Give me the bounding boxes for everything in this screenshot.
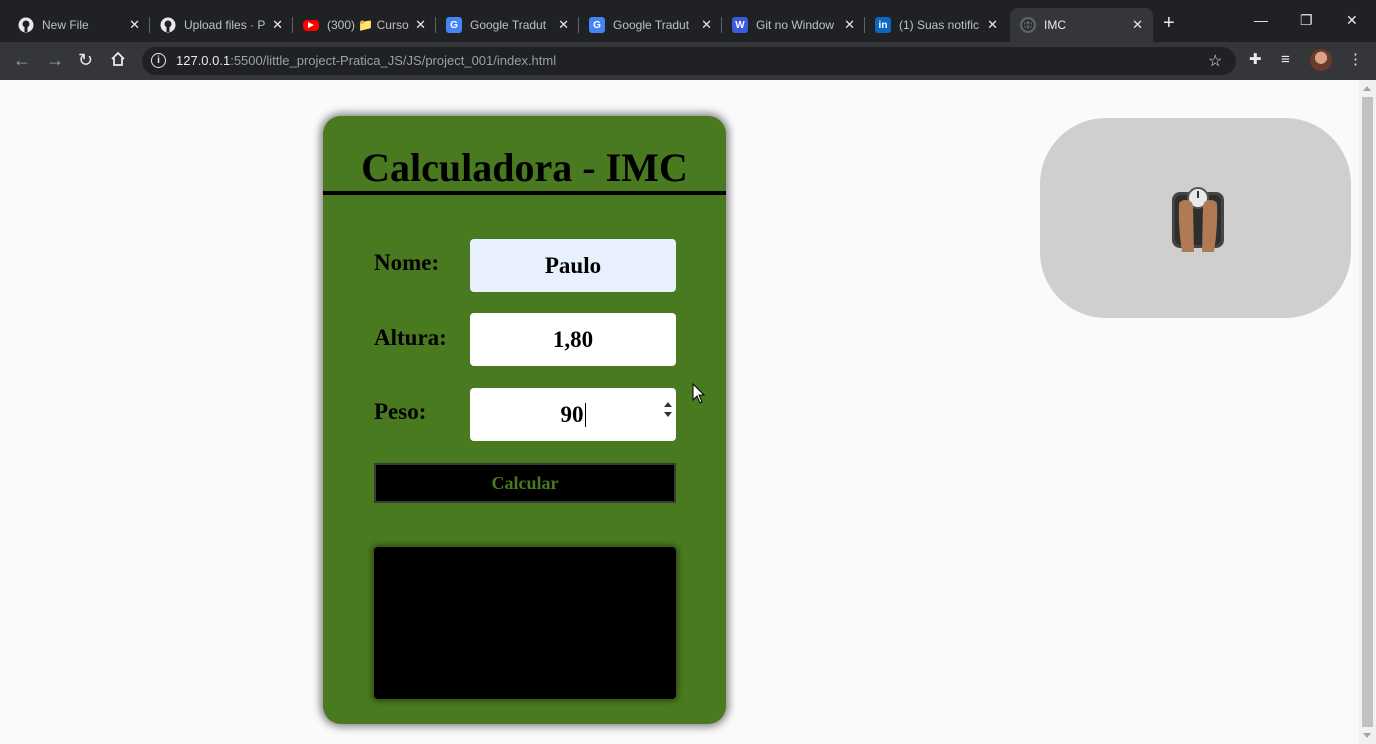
- tab-git-windows[interactable]: W Git no Window ✕: [722, 8, 865, 42]
- tab-new-file[interactable]: New File ✕: [8, 8, 150, 42]
- tab-title: New File: [42, 18, 89, 32]
- google-translate-icon: G: [446, 17, 462, 33]
- tab-upload-files[interactable]: Upload files · P ✕: [150, 8, 293, 42]
- url-text: 127.0.0.1:5500/little_project-Pratica_JS…: [176, 53, 556, 68]
- tab-title: (300) 📁 Curso: [327, 18, 409, 32]
- close-icon[interactable]: ✕: [844, 17, 855, 33]
- tab-imc[interactable]: IMC ✕: [1010, 8, 1153, 42]
- scroll-up-icon[interactable]: [1363, 86, 1371, 91]
- extensions-icon[interactable]: ✚: [1249, 52, 1262, 68]
- tab-strip: New File ✕ Upload files · P ✕ (300) 📁 Cu…: [0, 0, 1376, 42]
- info-icon[interactable]: i: [151, 53, 166, 68]
- media-control-icon[interactable]: ≡: [1281, 52, 1290, 68]
- youtube-icon: [303, 19, 319, 31]
- back-icon[interactable]: ←: [13, 51, 31, 69]
- calcular-button[interactable]: Calcular: [374, 463, 676, 503]
- nome-value: Paulo: [544, 252, 602, 278]
- bathroom-scale-icon: [1172, 187, 1224, 252]
- scale-illustration-panel: [1040, 118, 1351, 318]
- home-icon[interactable]: [110, 51, 126, 70]
- close-icon[interactable]: ✕: [558, 17, 569, 33]
- close-window-icon[interactable]: ✕: [1346, 12, 1358, 29]
- tab-google-translate-2[interactable]: G Google Tradut ✕: [579, 8, 722, 42]
- scrollbar-thumb[interactable]: [1362, 97, 1373, 727]
- text-caret: [584, 402, 586, 427]
- close-icon[interactable]: ✕: [1132, 17, 1143, 33]
- tab-linkedin[interactable]: in (1) Suas notific ✕: [865, 8, 1008, 42]
- title-divider: [323, 191, 726, 195]
- close-icon[interactable]: ✕: [987, 17, 998, 33]
- profile-avatar[interactable]: [1310, 49, 1332, 71]
- tab-title: Google Tradut: [613, 18, 690, 32]
- close-icon[interactable]: ✕: [415, 17, 426, 33]
- tab-title: IMC: [1044, 18, 1066, 32]
- url-host: 127.0.0.1: [176, 53, 231, 68]
- tab-title: Git no Window: [756, 18, 835, 32]
- result-box: [374, 547, 676, 699]
- url-path: :5500/little_project-Pratica_JS/JS/proje…: [230, 53, 557, 68]
- close-icon[interactable]: ✕: [129, 17, 140, 33]
- tab-title: Upload files · P: [184, 18, 266, 32]
- w-icon: W: [732, 17, 748, 33]
- mouse-cursor-icon: [692, 383, 706, 404]
- peso-input[interactable]: 90: [470, 388, 676, 441]
- tab-title: (1) Suas notific: [899, 18, 980, 32]
- altura-label: Altura:: [374, 325, 447, 350]
- restore-icon[interactable]: ❐: [1300, 12, 1313, 29]
- nome-label: Nome:: [374, 250, 440, 275]
- reload-icon[interactable]: ↻: [78, 51, 93, 69]
- globe-icon: [1020, 17, 1036, 33]
- tab-youtube[interactable]: (300) 📁 Curso ✕: [293, 8, 436, 42]
- close-icon[interactable]: ✕: [272, 17, 283, 33]
- github-icon: [160, 17, 176, 33]
- address-bar[interactable]: i 127.0.0.1:5500/little_project-Pratica_…: [142, 47, 1236, 75]
- github-icon: [18, 17, 34, 33]
- page-scrollbar[interactable]: [1359, 80, 1376, 744]
- bookmark-star-icon[interactable]: ☆: [1208, 51, 1222, 71]
- menu-icon[interactable]: ⋮: [1348, 52, 1363, 68]
- browser-toolbar: ← → ↻ i 127.0.0.1:5500/little_project-Pr…: [0, 42, 1376, 80]
- google-translate-icon: G: [589, 17, 605, 33]
- forward-icon[interactable]: →: [46, 51, 64, 69]
- scroll-down-icon[interactable]: [1363, 733, 1371, 738]
- tab-google-translate-1[interactable]: G Google Tradut ✕: [436, 8, 579, 42]
- imc-calculator-card: Calculadora - IMC Nome: Paulo Altura: 1,…: [323, 116, 726, 724]
- close-icon[interactable]: ✕: [701, 17, 712, 33]
- new-tab-button[interactable]: +: [1163, 13, 1175, 33]
- peso-value: 90: [560, 401, 584, 427]
- altura-value: 1,80: [552, 326, 594, 352]
- minimize-icon[interactable]: —: [1254, 12, 1268, 28]
- altura-input[interactable]: 1,80: [470, 313, 676, 366]
- number-spinner[interactable]: [664, 402, 672, 417]
- linkedin-icon: in: [875, 17, 891, 33]
- nome-input[interactable]: Paulo: [470, 239, 676, 292]
- tab-title: Google Tradut: [470, 18, 547, 32]
- peso-label: Peso:: [374, 399, 427, 424]
- page-title: Calculadora - IMC: [361, 145, 688, 190]
